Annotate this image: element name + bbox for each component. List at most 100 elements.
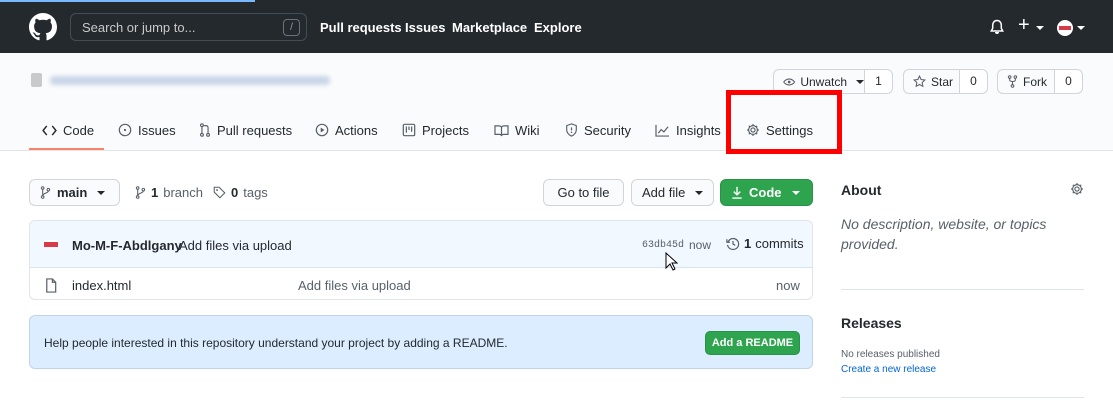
tab-issues[interactable]: Issues [118, 121, 176, 139]
file-list: Mo-M-F-Abdlgany Add files via upload 63d… [29, 220, 813, 300]
repository-header: Unwatch 1 Star 0 Fork 0 Code Issues Pull… [0, 53, 1113, 151]
tab-code[interactable]: Code [42, 121, 94, 139]
code-icon [42, 124, 57, 136]
branch-icon [135, 186, 146, 199]
commit-count-word: commits [755, 236, 804, 251]
about-description: No description, website, or topics provi… [841, 216, 1047, 252]
tab-actions[interactable]: Actions [315, 121, 378, 139]
github-logo-icon[interactable] [29, 13, 57, 41]
add-file-button[interactable]: Add file [631, 179, 714, 206]
header-highlight [0, 0, 255, 2]
download-icon [732, 186, 742, 199]
nav-issues[interactable]: Issues [405, 20, 445, 35]
go-to-file-label: Go to file [557, 185, 610, 200]
issue-icon [118, 123, 132, 137]
search-box[interactable]: / [70, 13, 307, 41]
latest-commit-row: Mo-M-F-Abdlgany Add files via upload 63d… [30, 221, 812, 268]
commit-time: now [689, 238, 712, 252]
readme-prompt: Help people interested in this repositor… [29, 315, 813, 369]
fork-label: Fork [1023, 74, 1047, 89]
tab-projects[interactable]: Projects [402, 121, 469, 139]
tab-issues-label: Issues [138, 122, 176, 138]
tab-security[interactable]: Security [565, 121, 631, 139]
sidebar-divider [841, 289, 1084, 290]
file-age: now [776, 278, 800, 293]
file-name[interactable]: index.html [72, 278, 131, 293]
user-avatar[interactable] [1057, 20, 1073, 36]
play-icon [315, 123, 329, 137]
tab-actions-label: Actions [335, 122, 378, 138]
nav-marketplace[interactable]: Marketplace [452, 20, 527, 35]
file-row[interactable]: index.html Add files via upload now [30, 268, 812, 299]
avatar-caret-icon [1077, 26, 1085, 30]
readme-prompt-text: Help people interested in this repositor… [44, 336, 508, 350]
about-heading: About [841, 182, 882, 198]
add-readme-button[interactable]: Add a README [705, 331, 800, 355]
tag-word: tags [243, 185, 268, 200]
code-download-button[interactable]: Code [720, 179, 813, 206]
nav-explore[interactable]: Explore [534, 20, 582, 35]
commit-message[interactable]: Add files via upload [179, 238, 292, 253]
add-file-caret-icon [695, 190, 704, 195]
branches-link[interactable]: 1 branch [135, 185, 203, 200]
project-icon [402, 123, 416, 137]
book-icon [494, 124, 509, 136]
search-input[interactable] [71, 14, 306, 40]
watch-count[interactable]: 1 [865, 69, 893, 94]
branch-count: 1 [151, 185, 159, 200]
commit-author[interactable]: Mo-M-F-Abdlgany [72, 238, 182, 253]
create-new-button[interactable]: + [1018, 14, 1030, 37]
tab-pull-requests[interactable]: Pull requests [199, 121, 292, 139]
tag-count: 0 [231, 185, 239, 200]
global-header: / Pull requests Issues Marketplace Explo… [0, 0, 1113, 53]
commits-history-link[interactable]: 1 commits [726, 236, 804, 251]
tab-pull-requests-label: Pull requests [217, 122, 293, 138]
about-settings-gear-icon[interactable] [1070, 182, 1084, 196]
star-label: Star [931, 74, 954, 89]
repo-name-blurred[interactable] [50, 76, 330, 85]
branch-name: main [57, 185, 88, 200]
create-caret-icon [1036, 26, 1044, 30]
tag-icon [213, 186, 226, 199]
star-icon [913, 75, 926, 88]
mouse-cursor-icon [665, 252, 678, 271]
create-release-link[interactable]: Create a new release [841, 364, 936, 375]
nav-pull-requests[interactable]: Pull requests [320, 20, 402, 35]
history-icon [726, 237, 740, 250]
tab-insights-label: Insights [676, 122, 721, 138]
branch-select-button[interactable]: main [29, 179, 120, 206]
releases-heading[interactable]: Releases [841, 315, 902, 331]
tags-link[interactable]: 0 tags [213, 185, 268, 200]
star-button[interactable]: Star [903, 69, 960, 94]
tab-wiki-label: Wiki [515, 122, 540, 138]
eye-icon [783, 77, 796, 86]
graph-icon [655, 124, 669, 137]
repo-icon [31, 73, 42, 87]
file-commit-message[interactable]: Add files via upload [298, 278, 411, 293]
fork-icon [1007, 75, 1018, 88]
sidebar-divider [841, 397, 1084, 398]
watch-caret-icon [856, 79, 864, 84]
fork-count[interactable]: 0 [1055, 69, 1083, 94]
code-caret-icon [791, 190, 800, 195]
bell-icon[interactable] [990, 19, 1004, 35]
active-tab-indicator [29, 148, 104, 150]
star-count[interactable]: 0 [960, 69, 988, 94]
watch-label: Unwatch [800, 74, 847, 89]
settings-highlight-box [726, 90, 842, 154]
author-avatar[interactable] [44, 240, 58, 247]
tab-security-label: Security [584, 122, 631, 138]
pull-request-icon [199, 123, 211, 137]
go-to-file-button[interactable]: Go to file [543, 179, 624, 206]
branch-caret-icon [97, 190, 106, 195]
search-shortcut-key: / [283, 19, 300, 36]
commit-sha[interactable]: 63db45d [642, 240, 684, 251]
branch-word: branch [163, 185, 203, 200]
tab-projects-label: Projects [422, 122, 469, 138]
tab-wiki[interactable]: Wiki [494, 121, 540, 139]
commit-count: 1 [744, 236, 752, 251]
tab-insights[interactable]: Insights [655, 121, 721, 139]
shield-icon [566, 123, 577, 137]
branch-icon [40, 186, 51, 199]
fork-button[interactable]: Fork [997, 69, 1055, 94]
